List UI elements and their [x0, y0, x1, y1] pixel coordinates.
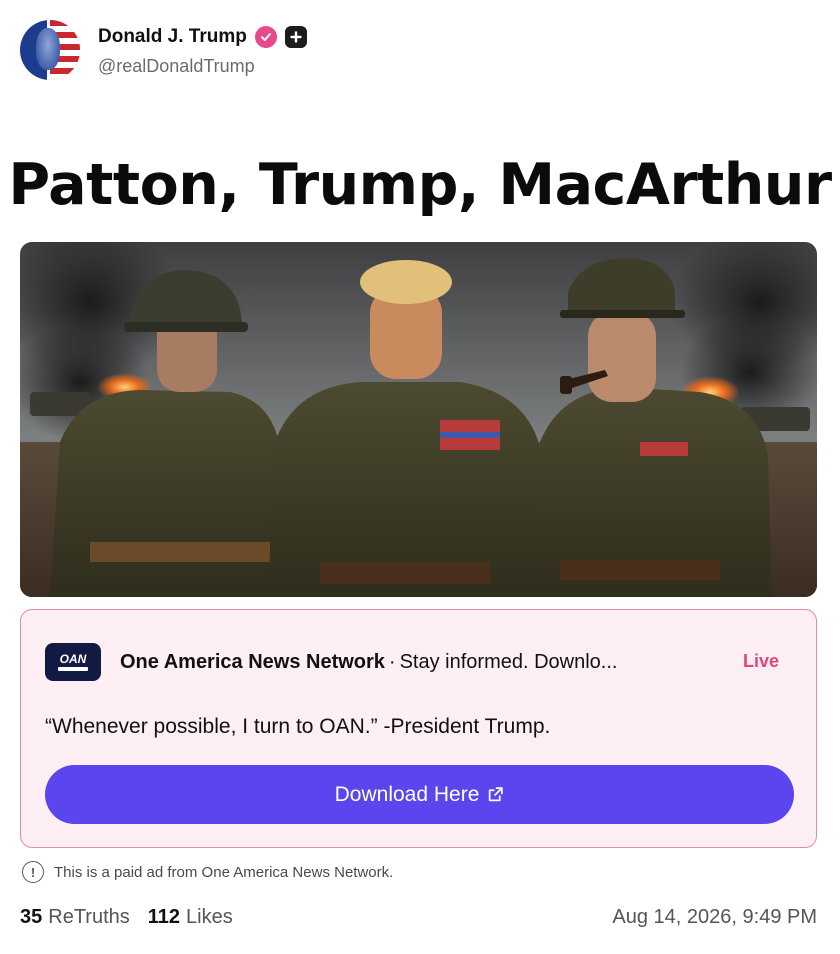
plus-subscriber-icon: [284, 26, 307, 48]
info-icon: !: [22, 861, 44, 883]
post-image[interactable]: [20, 242, 817, 597]
author-block: Donald J. Trump @realDonaldTrump: [98, 24, 307, 82]
generals-illustration: [20, 242, 817, 597]
live-badge: Live: [742, 651, 779, 671]
retruths-stat[interactable]: 35 ReTruths: [20, 906, 130, 929]
external-link-icon: [487, 786, 504, 803]
verified-badge-icon: [254, 26, 277, 48]
name-row: Donald J. Trump: [98, 24, 307, 50]
ad-source-line[interactable]: One America News Network · Stay informed. …: [120, 651, 617, 674]
disclaimer-text: This is a paid ad from One America News …: [54, 863, 394, 881]
oan-logo-bar: [58, 667, 88, 671]
retruths-count: 35: [20, 905, 43, 928]
ad-header: OAN One America News Network · Stay inform…: [45, 642, 795, 682]
author-handle[interactable]: @realDonaldTrump: [98, 56, 307, 77]
post-title: Patton, Trump, MacArthur: [8, 152, 832, 218]
retruths-label: ReTruths: [48, 905, 130, 928]
download-here-button[interactable]: Download Here: [45, 765, 794, 824]
ad-separator: ·: [388, 650, 396, 673]
sponsored-ad-card[interactable]: OAN One America News Network · Stay inform…: [20, 609, 817, 848]
likes-label: Likes: [186, 905, 233, 928]
display-name[interactable]: Donald J. Trump: [98, 26, 247, 48]
likes-count: 112: [147, 905, 181, 928]
ad-quote: “Whenever possible, I turn to OAN.” -Pre…: [45, 715, 551, 738]
portrait-silhouette: [36, 28, 60, 70]
oan-logo-text: OAN: [59, 652, 87, 666]
oan-logo-icon[interactable]: OAN: [45, 643, 101, 681]
cta-label: Download Here: [334, 782, 480, 806]
post-header: Donald J. Trump @realDonaldTrump: [20, 20, 307, 82]
post-footer: 35 ReTruths 112 Likes Aug 14, 2026, 9:49 P…: [20, 903, 817, 931]
ad-tagline: Stay informed. Downlo...: [399, 650, 618, 673]
ad-source-name: One America News Network: [120, 650, 385, 673]
likes-stat[interactable]: 112 Likes: [148, 906, 233, 929]
post-timestamp[interactable]: Aug 14, 2026, 9:49 PM: [612, 906, 817, 929]
paid-ad-disclaimer: ! This is a paid ad from One America New…: [22, 861, 393, 883]
avatar[interactable]: [20, 20, 80, 80]
